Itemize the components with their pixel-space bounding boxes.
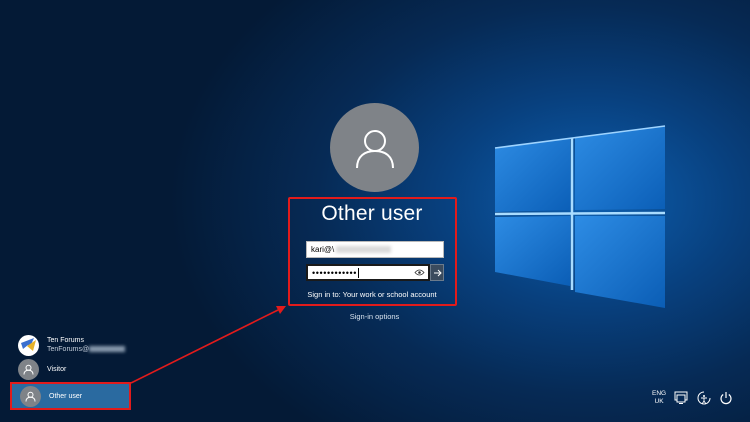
lang-line2: UK	[654, 397, 664, 405]
input-language-button[interactable]: ENG UK	[652, 390, 666, 405]
person-icon	[355, 129, 394, 168]
user-name: Ten Forums	[47, 337, 84, 344]
user-email: TenForums@	[47, 346, 90, 353]
ten-forums-avatar	[18, 334, 39, 356]
user-item-visitor[interactable]: Visitor	[10, 357, 131, 381]
user-name: Other user	[49, 392, 83, 400]
person-icon	[23, 364, 34, 375]
user-item-other-user[interactable]: Other user	[10, 382, 131, 410]
visitor-avatar	[18, 358, 39, 380]
person-icon	[25, 391, 36, 402]
system-tray: ENG UK	[652, 390, 733, 405]
lang-line1: ENG	[652, 390, 667, 397]
network-icon[interactable]	[674, 391, 689, 404]
ten-forums-logo-icon	[19, 335, 38, 355]
user-avatar	[330, 103, 419, 192]
redacted-text	[89, 346, 126, 353]
user-name: Visitor	[47, 365, 67, 373]
power-icon[interactable]	[719, 391, 733, 405]
ease-of-access-icon[interactable]	[697, 391, 711, 405]
user-item-ten-forums[interactable]: Ten Forums TenForums@	[10, 332, 131, 358]
other-user-avatar	[20, 385, 41, 407]
annotation-highlight-box	[288, 197, 457, 306]
sign-in-options-link[interactable]: Sign-in options	[286, 312, 463, 321]
windows-logo	[494, 125, 666, 308]
